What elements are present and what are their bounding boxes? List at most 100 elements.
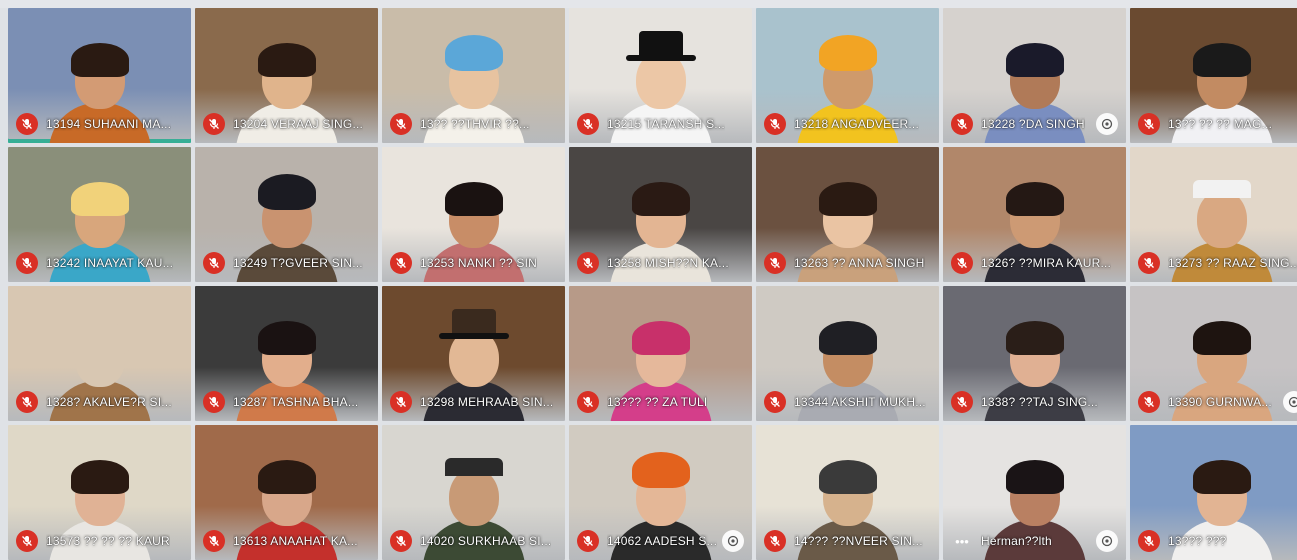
participant-nameplate: 13?? ?? ?? MAG... — [1138, 113, 1297, 135]
mic-off-icon — [1138, 113, 1160, 135]
participant-tile[interactable]: 13204 VERAAJ SING... — [195, 8, 378, 143]
participant-tile[interactable]: 13613 ANAAHAT KA... — [195, 425, 378, 560]
mic-off-icon — [1138, 530, 1160, 552]
mic-off-icon — [390, 113, 412, 135]
participant-nameplate: 13298 MEHRAAB SIN... — [390, 391, 557, 413]
participant-name: 13249 T?GVEER SIN... — [233, 256, 363, 270]
participant-tile[interactable]: 13215 TARANSH S... — [569, 8, 752, 143]
participant-tile[interactable]: 13?? ?? ?? MAG... — [1130, 8, 1297, 143]
participant-nameplate: 13194 SUHAANI MA... — [16, 113, 183, 135]
participant-tile[interactable]: 14062 AADESH S... — [569, 425, 752, 560]
participant-tile[interactable]: 13228 ?DA SINGH — [943, 8, 1126, 143]
participant-tile[interactable]: 13298 MEHRAAB SIN... — [382, 286, 565, 421]
participant-nameplate: 13215 TARANSH S... — [577, 113, 744, 135]
mic-off-icon — [951, 391, 973, 413]
participant-tile[interactable]: 13??? ??? — [1130, 425, 1297, 560]
participant-name: 13204 VERAAJ SING... — [233, 117, 363, 131]
participant-grid: 13194 SUHAANI MA... 13204 VERAAJ SING... 1… — [8, 8, 1295, 554]
mic-off-icon — [390, 530, 412, 552]
participant-nameplate: 13218 ANGADVEER... — [764, 113, 931, 135]
participant-tile[interactable]: ••• Herman??lth — [943, 425, 1126, 560]
participant-name: 13??? ?? ZA TULI — [607, 395, 707, 409]
participant-nameplate: 13??? ??? — [1138, 530, 1297, 552]
mic-off-icon — [390, 252, 412, 274]
participant-tile[interactable]: 13218 ANGADVEER... — [756, 8, 939, 143]
participant-name: 14062 AADESH S... — [607, 534, 717, 548]
participant-tile[interactable]: 13253 NANKI ?? SIN — [382, 147, 565, 282]
participant-nameplate: 14??? ??NVEER SIN... — [764, 530, 931, 552]
participant-name: 13273 ?? RAAZ SING... — [1168, 256, 1297, 270]
participant-name: 1328? AKALVE?R SI... — [46, 395, 172, 409]
mic-off-icon — [16, 391, 38, 413]
pin-icon[interactable] — [1096, 530, 1118, 552]
pin-icon[interactable] — [722, 530, 744, 552]
participant-name: 13242 INAAYAT KAU... — [46, 256, 173, 270]
participant-tile[interactable]: 13273 ?? RAAZ SING... — [1130, 147, 1297, 282]
participant-name: 13287 TASHNA BHA... — [233, 395, 358, 409]
participant-name: 13253 NANKI ?? SIN — [420, 256, 537, 270]
participant-tile[interactable]: 14??? ??NVEER SIN... — [756, 425, 939, 560]
participant-tile[interactable]: 13344 AKSHIT MUKH... — [756, 286, 939, 421]
mic-off-icon — [1138, 391, 1160, 413]
participant-nameplate: 1338? ??TAJ SING... — [951, 391, 1118, 413]
pin-icon[interactable] — [1096, 113, 1118, 135]
participant-nameplate: 1326? ??MIRA KAUR... — [951, 252, 1118, 274]
participant-nameplate: 13258 MISH??N KA... — [577, 252, 744, 274]
participant-name: 13613 ANAAHAT KA... — [233, 534, 358, 548]
mic-off-icon — [764, 530, 786, 552]
mic-off-icon — [16, 113, 38, 135]
participant-tile[interactable]: 13258 MISH??N KA... — [569, 147, 752, 282]
participant-tile[interactable]: 13?? ??THVIR ??... — [382, 8, 565, 143]
participant-name: 13?? ?? ?? MAG... — [1168, 117, 1272, 131]
participant-name: 1326? ??MIRA KAUR... — [981, 256, 1111, 270]
participant-nameplate: 13?? ??THVIR ??... — [390, 113, 557, 135]
participant-nameplate: 13242 INAAYAT KAU... — [16, 252, 183, 274]
grid-top-edge — [0, 0, 1297, 8]
mic-off-icon — [1138, 252, 1160, 274]
mic-off-icon — [203, 252, 225, 274]
participant-tile[interactable]: 14020 SURKHAAB SI... — [382, 425, 565, 560]
participant-tile[interactable]: 13573 ?? ?? ?? KAUR — [8, 425, 191, 560]
mic-off-icon — [203, 113, 225, 135]
mic-off-icon — [390, 391, 412, 413]
participant-nameplate: 13228 ?DA SINGH — [951, 113, 1118, 135]
participant-tile[interactable]: 13390 GURNWA... — [1130, 286, 1297, 421]
mic-off-icon — [16, 252, 38, 274]
participant-name: Herman??lth — [981, 534, 1052, 548]
participant-nameplate: 14020 SURKHAAB SI... — [390, 530, 557, 552]
participant-nameplate: 1328? AKALVE?R SI... — [16, 391, 183, 413]
participant-tile[interactable]: 13287 TASHNA BHA... — [195, 286, 378, 421]
participant-nameplate: 13253 NANKI ?? SIN — [390, 252, 557, 274]
participant-nameplate: 13390 GURNWA... — [1138, 391, 1297, 413]
participant-tile[interactable]: 13??? ?? ZA TULI — [569, 286, 752, 421]
participant-name: 13344 AKSHIT MUKH... — [794, 395, 926, 409]
participant-tile[interactable]: 13194 SUHAANI MA... — [8, 8, 191, 143]
participant-name: 13298 MEHRAAB SIN... — [420, 395, 553, 409]
participant-nameplate: 13263 ?? ANNA SINGH — [764, 252, 931, 274]
participant-name: 13?? ??THVIR ??... — [420, 117, 530, 131]
participant-tile[interactable]: 13242 INAAYAT KAU... — [8, 147, 191, 282]
participant-nameplate: 13204 VERAAJ SING... — [203, 113, 370, 135]
participant-name: 13573 ?? ?? ?? KAUR — [46, 534, 170, 548]
participant-tile[interactable]: 1326? ??MIRA KAUR... — [943, 147, 1126, 282]
participant-tile[interactable]: 13249 T?GVEER SIN... — [195, 147, 378, 282]
participant-nameplate: 13249 T?GVEER SIN... — [203, 252, 370, 274]
mic-off-icon — [764, 113, 786, 135]
mic-off-icon — [951, 113, 973, 135]
participant-tile[interactable]: 1328? AKALVE?R SI... — [8, 286, 191, 421]
participant-name: 13194 SUHAANI MA... — [46, 117, 171, 131]
mic-off-icon — [577, 252, 599, 274]
more-options-icon[interactable]: ••• — [951, 530, 973, 552]
participant-tile[interactable]: 13263 ?? ANNA SINGH — [756, 147, 939, 282]
participant-name: 13390 GURNWA... — [1168, 395, 1272, 409]
participant-nameplate: 13??? ?? ZA TULI — [577, 391, 744, 413]
participant-nameplate: ••• Herman??lth — [951, 530, 1118, 552]
mic-off-icon — [577, 113, 599, 135]
mic-off-icon — [764, 252, 786, 274]
participant-tile[interactable]: 1338? ??TAJ SING... — [943, 286, 1126, 421]
mic-off-icon — [203, 391, 225, 413]
mic-off-icon — [764, 391, 786, 413]
mic-off-icon — [16, 530, 38, 552]
participant-nameplate: 13573 ?? ?? ?? KAUR — [16, 530, 183, 552]
participant-name: 13228 ?DA SINGH — [981, 117, 1085, 131]
